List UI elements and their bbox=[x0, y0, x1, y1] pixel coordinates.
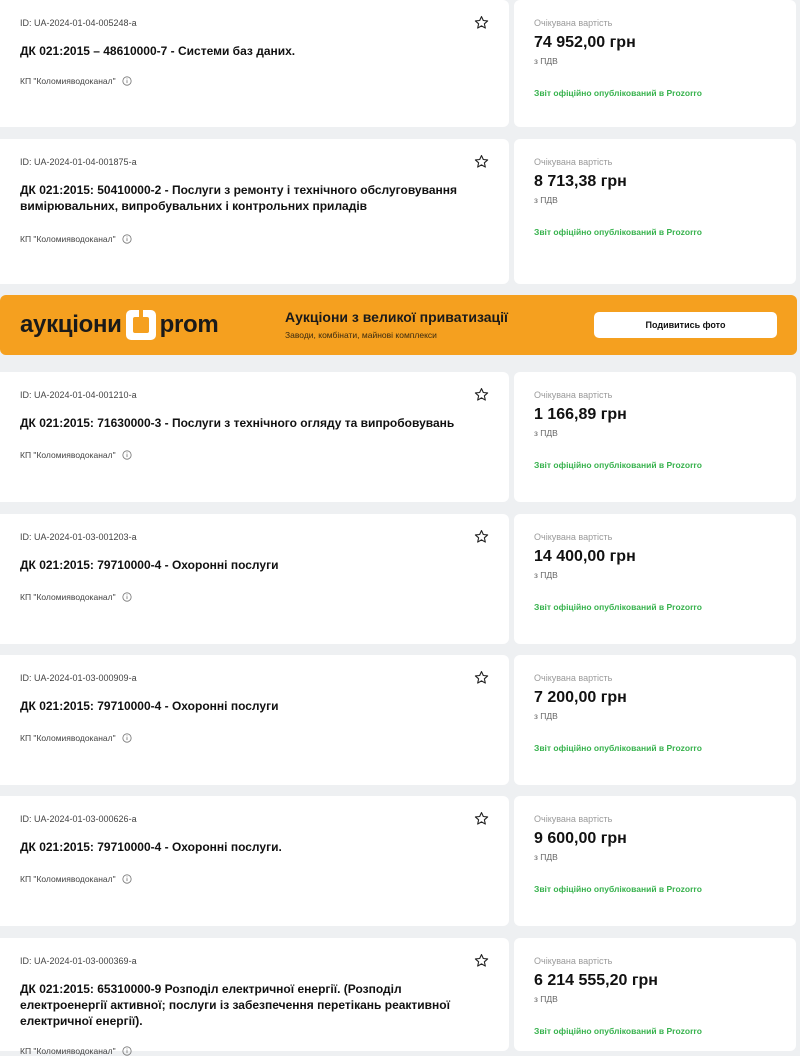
tender-card[interactable]: ID: UA-2024-01-03-000369-a ДК 021:2015: … bbox=[0, 938, 509, 1056]
vat-note: з ПДВ bbox=[534, 195, 558, 205]
logo-word-auctions: аукціони bbox=[20, 311, 122, 338]
vat-note: з ПДВ bbox=[534, 994, 558, 1004]
tender-row: ID: UA-2024-01-04-001210-a ДК 021:2015: … bbox=[0, 372, 800, 502]
organizer: КП "Коломияводоканал" bbox=[20, 592, 132, 602]
vat-note: з ПДВ bbox=[534, 852, 558, 862]
expected-amount: 8 713,38 грн bbox=[534, 173, 627, 190]
logo-word-prom: prom bbox=[159, 311, 219, 338]
vat-note: з ПДВ bbox=[534, 570, 558, 580]
info-icon[interactable] bbox=[122, 733, 132, 743]
tender-id: ID: UA-2024-01-03-000369-a bbox=[20, 956, 137, 966]
info-icon[interactable] bbox=[122, 592, 132, 602]
tender-row: ID: UA-2024-01-04-005248-a ДК 021:2015 –… bbox=[0, 0, 800, 127]
info-icon[interactable] bbox=[122, 450, 132, 460]
price-card: Очікувана вартість 7 200,00 грн з ПДВ Зв… bbox=[514, 655, 796, 785]
tender-row: ID: UA-2024-01-04-001875-a ДК 021:2015: … bbox=[0, 139, 800, 284]
star-icon[interactable] bbox=[474, 15, 489, 30]
expected-amount: 1 166,89 грн bbox=[534, 406, 627, 423]
expected-amount: 74 952,00 грн bbox=[534, 34, 636, 51]
tender-card[interactable]: ID: UA-2024-01-03-000626-a ДК 021:2015: … bbox=[0, 796, 509, 926]
organizer-name: КП "Коломияводоканал" bbox=[20, 1046, 116, 1056]
tender-row: ID: UA-2024-01-03-000369-a ДК 021:2015: … bbox=[0, 938, 800, 1056]
tender-id: ID: UA-2024-01-04-001210-a bbox=[20, 390, 137, 400]
banner-title: Аукціони з великої приватизації bbox=[285, 309, 508, 325]
tender-id: ID: UA-2024-01-04-001875-a bbox=[20, 157, 137, 167]
organizer-name: КП "Коломияводоканал" bbox=[20, 234, 116, 244]
price-card: Очікувана вартість 6 214 555,20 грн з ПД… bbox=[514, 938, 796, 1051]
tender-row: ID: UA-2024-01-03-000626-a ДК 021:2015: … bbox=[0, 796, 800, 926]
info-icon[interactable] bbox=[122, 1046, 132, 1056]
report-status: Звіт офіційно опублікований в Prozorro bbox=[534, 884, 702, 894]
logo-mark-icon bbox=[125, 310, 156, 340]
organizer-name: КП "Коломияводоканал" bbox=[20, 874, 116, 884]
star-icon[interactable] bbox=[474, 154, 489, 169]
expected-value-label: Очікувана вартість bbox=[534, 18, 613, 28]
price-card: Очікувана вартість 9 600,00 грн з ПДВ Зв… bbox=[514, 796, 796, 926]
star-icon[interactable] bbox=[474, 529, 489, 544]
report-status: Звіт офіційно опублікований в Prozorro bbox=[534, 1026, 702, 1036]
organizer: КП "Коломияводоканал" bbox=[20, 733, 132, 743]
price-card: Очікувана вартість 1 166,89 грн з ПДВ Зв… bbox=[514, 372, 796, 502]
expected-amount: 14 400,00 грн bbox=[534, 548, 636, 565]
ad-banner[interactable]: аукціони prom Аукціони з великої привати… bbox=[0, 295, 797, 355]
tender-title[interactable]: ДК 021:2015: 79710000-4 - Охоронні послу… bbox=[20, 557, 488, 573]
expected-value-label: Очікувана вартість bbox=[534, 157, 613, 167]
tender-id: ID: UA-2024-01-03-000909-a bbox=[20, 673, 137, 683]
expected-value-label: Очікувана вартість bbox=[534, 390, 613, 400]
expected-amount: 9 600,00 грн bbox=[534, 830, 627, 847]
organizer: КП "Коломияводоканал" bbox=[20, 874, 132, 884]
expected-value-label: Очікувана вартість bbox=[534, 532, 613, 542]
tender-title[interactable]: ДК 021:2015: 71630000-3 - Послуги з техн… bbox=[20, 415, 488, 431]
report-status: Звіт офіційно опублікований в Prozorro bbox=[534, 227, 702, 237]
tender-title[interactable]: ДК 021:2015: 50410000-2 - Послуги з ремо… bbox=[20, 182, 488, 214]
price-card: Очікувана вартість 74 952,00 грн з ПДВ З… bbox=[514, 0, 796, 127]
prom-auctions-logo: аукціони prom bbox=[20, 308, 219, 342]
tender-id: ID: UA-2024-01-03-000626-a bbox=[20, 814, 137, 824]
info-icon[interactable] bbox=[122, 76, 132, 86]
organizer: КП "Коломияводоканал" bbox=[20, 450, 132, 460]
vat-note: з ПДВ bbox=[534, 428, 558, 438]
organizer: КП "Коломияводоканал" bbox=[20, 76, 132, 86]
info-icon[interactable] bbox=[122, 234, 132, 244]
organizer-name: КП "Коломияводоканал" bbox=[20, 76, 116, 86]
vat-note: з ПДВ bbox=[534, 711, 558, 721]
organizer: КП "Коломияводоканал" bbox=[20, 234, 132, 244]
expected-value-label: Очікувана вартість bbox=[534, 673, 613, 683]
expected-value-label: Очікувана вартість bbox=[534, 956, 613, 966]
report-status: Звіт офіційно опублікований в Prozorro bbox=[534, 602, 702, 612]
report-status: Звіт офіційно опублікований в Prozorro bbox=[534, 88, 702, 98]
organizer-name: КП "Коломияводоканал" bbox=[20, 450, 116, 460]
tender-card[interactable]: ID: UA-2024-01-03-000909-a ДК 021:2015: … bbox=[0, 655, 509, 785]
tender-title[interactable]: ДК 021:2015: 65310000-9 Розподіл електри… bbox=[20, 981, 488, 1029]
info-icon[interactable] bbox=[122, 874, 132, 884]
expected-value-label: Очікувана вартість bbox=[534, 814, 613, 824]
star-icon[interactable] bbox=[474, 953, 489, 968]
price-card: Очікувана вартість 8 713,38 грн з ПДВ Зв… bbox=[514, 139, 796, 284]
report-status: Звіт офіційно опублікований в Prozorro bbox=[534, 460, 702, 470]
tender-row: ID: UA-2024-01-03-000909-a ДК 021:2015: … bbox=[0, 655, 800, 785]
organizer-name: КП "Коломияводоканал" bbox=[20, 733, 116, 743]
vat-note: з ПДВ bbox=[534, 56, 558, 66]
tender-row: ID: UA-2024-01-03-001203-a ДК 021:2015: … bbox=[0, 514, 800, 644]
star-icon[interactable] bbox=[474, 670, 489, 685]
tender-id: ID: UA-2024-01-03-001203-a bbox=[20, 532, 137, 542]
banner-subtitle: Заводи, комбінати, майнові комплекси bbox=[285, 330, 437, 340]
organizer: КП "Коломияводоканал" bbox=[20, 1046, 132, 1056]
star-icon[interactable] bbox=[474, 811, 489, 826]
report-status: Звіт офіційно опублікований в Prozorro bbox=[534, 743, 702, 753]
tender-title[interactable]: ДК 021:2015 – 48610000-7 - Системи баз д… bbox=[20, 43, 488, 59]
expected-amount: 7 200,00 грн bbox=[534, 689, 627, 706]
tender-title[interactable]: ДК 021:2015: 79710000-4 - Охоронні послу… bbox=[20, 839, 488, 855]
tender-card[interactable]: ID: UA-2024-01-04-001210-a ДК 021:2015: … bbox=[0, 372, 509, 502]
expected-amount: 6 214 555,20 грн bbox=[534, 972, 658, 989]
tender-title[interactable]: ДК 021:2015: 79710000-4 - Охоронні послу… bbox=[20, 698, 488, 714]
organizer-name: КП "Коломияводоканал" bbox=[20, 592, 116, 602]
tender-card[interactable]: ID: UA-2024-01-04-005248-a ДК 021:2015 –… bbox=[0, 0, 509, 127]
price-card: Очікувана вартість 14 400,00 грн з ПДВ З… bbox=[514, 514, 796, 644]
view-photos-button[interactable]: Подивитись фото bbox=[594, 312, 777, 338]
tender-id: ID: UA-2024-01-04-005248-a bbox=[20, 18, 137, 28]
star-icon[interactable] bbox=[474, 387, 489, 402]
tender-card[interactable]: ID: UA-2024-01-03-001203-a ДК 021:2015: … bbox=[0, 514, 509, 644]
tender-card[interactable]: ID: UA-2024-01-04-001875-a ДК 021:2015: … bbox=[0, 139, 509, 284]
